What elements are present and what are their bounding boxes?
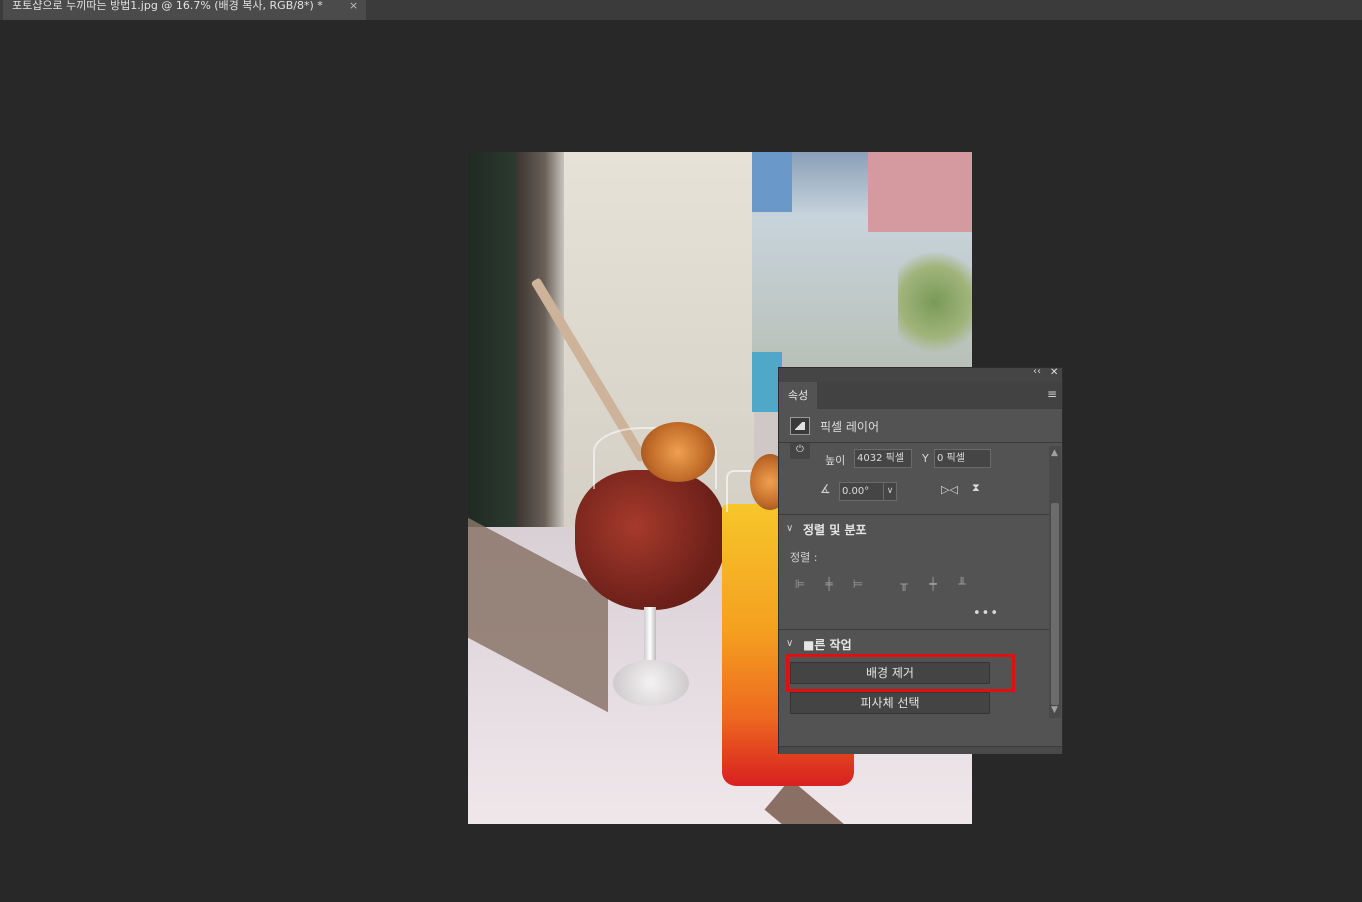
image-orange-slice xyxy=(641,422,715,482)
power-icon[interactable]: ⏻ xyxy=(790,443,810,459)
align-label: 정렬 : xyxy=(790,551,818,564)
image-pink-building xyxy=(868,152,972,232)
document-tab-title: 포토샵으로 누끼따는 방법1.jpg @ 16.7% (배경 복사, RGB/8… xyxy=(12,0,323,12)
chevron-down-icon[interactable]: ∨ xyxy=(786,638,793,649)
panel-tab-row: 속성 ≡ xyxy=(779,382,1062,409)
angle-dropdown-icon[interactable]: ∨ xyxy=(883,482,897,501)
highlight-annotation xyxy=(786,654,1015,692)
align-bottom-icon[interactable]: ╨ xyxy=(955,577,969,591)
section-divider xyxy=(779,514,1049,515)
layer-type-row: 픽셀 레이어 xyxy=(779,409,1062,443)
y-label: Y xyxy=(922,452,929,465)
properties-panel: ‹‹ ✕ 속성 ≡ 픽셀 레이어 ⏻ 높이 4032 픽셀 Y 0 픽셀 ∡ 0… xyxy=(778,366,1063,754)
image-red-drink xyxy=(575,470,725,610)
flip-vertical-icon[interactable]: ⧗ xyxy=(972,481,980,495)
align-vertical-center-icon[interactable]: ┿ xyxy=(926,577,940,591)
y-input[interactable]: 0 픽셀 xyxy=(934,449,991,468)
document-tab-bar: 포토샵으로 누끼따는 방법1.jpg @ 16.7% (배경 복사, RGB/8… xyxy=(0,0,1362,20)
image-glass-base xyxy=(613,660,689,706)
panel-title-bar[interactable]: ‹‹ ✕ xyxy=(779,366,1062,382)
image-dark-wall xyxy=(468,152,516,542)
height-label: 높이 xyxy=(825,454,846,467)
align-right-icon[interactable]: ⊨ xyxy=(851,577,865,591)
panel-resize-handle[interactable] xyxy=(779,746,1062,754)
image-window-frame xyxy=(516,152,564,542)
angle-icon: ∡ xyxy=(820,482,831,496)
scroll-up-icon[interactable]: ▲ xyxy=(1051,448,1058,458)
chevron-down-icon[interactable]: ∨ xyxy=(786,523,793,534)
align-section-title[interactable]: 정렬 및 분포 xyxy=(803,521,867,538)
flip-horizontal-icon[interactable]: ▷◁ xyxy=(941,483,958,496)
scroll-down-icon[interactable]: ▼ xyxy=(1051,705,1058,715)
document-tab[interactable]: 포토샵으로 누끼따는 방법1.jpg @ 16.7% (배경 복사, RGB/8… xyxy=(3,0,366,20)
image-tree xyxy=(898,242,972,362)
image-layer-icon xyxy=(790,417,810,435)
collapse-icon[interactable]: ‹‹ xyxy=(1033,366,1041,377)
tab-properties[interactable]: 속성 xyxy=(779,382,817,409)
align-top-icon[interactable]: ╥ xyxy=(897,577,911,591)
panel-menu-icon[interactable]: ≡ xyxy=(1047,388,1057,400)
panel-close-icon[interactable]: ✕ xyxy=(1050,367,1058,378)
image-glass-stem xyxy=(644,607,656,667)
close-icon[interactable]: × xyxy=(349,0,358,15)
select-subject-button[interactable]: 피사체 선택 xyxy=(790,692,990,714)
height-input[interactable]: 4032 픽셀 xyxy=(854,449,912,468)
more-options-icon[interactable]: ••• xyxy=(973,606,999,621)
quick-actions-title[interactable]: ■른 작업 xyxy=(803,636,852,653)
section-divider xyxy=(779,629,1049,630)
layer-type-label: 픽셀 레이어 xyxy=(820,420,880,434)
angle-input[interactable]: 0.00° xyxy=(839,482,884,501)
align-horizontal-center-icon[interactable]: ╪ xyxy=(822,577,836,591)
align-left-icon[interactable]: ⊫ xyxy=(793,577,807,591)
panel-scroll-thumb[interactable] xyxy=(1051,503,1059,705)
image-blue-sign xyxy=(752,152,792,212)
